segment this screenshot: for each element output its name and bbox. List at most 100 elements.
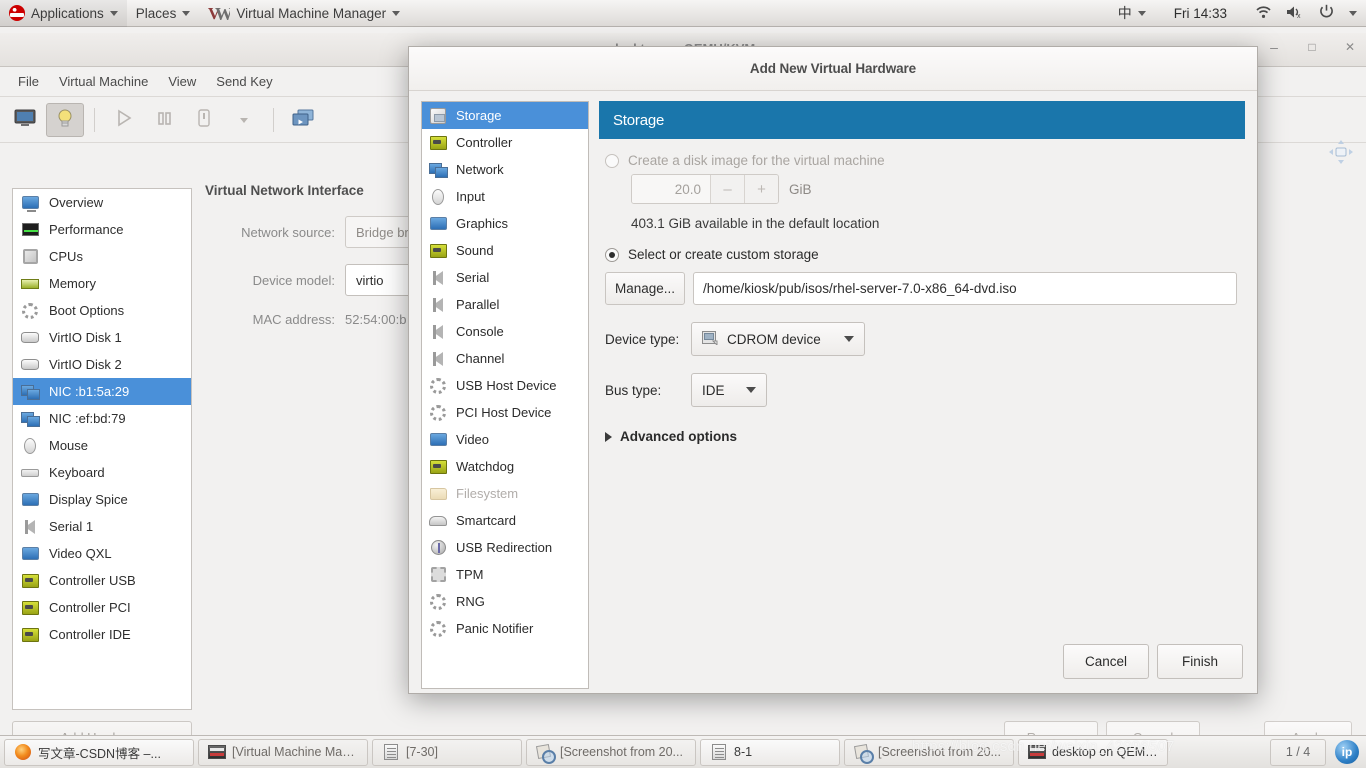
- computer-icon: [20, 194, 40, 212]
- storage-path-input[interactable]: /home/kiosk/pub/isos/rhel-server-7.0-x86…: [693, 272, 1237, 305]
- manage-button-label: Manage...: [614, 281, 676, 296]
- hardware-list-item[interactable]: NIC :ef:bd:79: [13, 405, 191, 432]
- hardware-type-item[interactable]: USB Host Device: [422, 372, 588, 399]
- applications-menu[interactable]: Applications: [0, 0, 127, 27]
- manage-storage-button[interactable]: Manage...: [605, 272, 685, 305]
- taskbar-item[interactable]: desktop on QEMU/K...: [1018, 738, 1168, 766]
- taskbar-item[interactable]: 写文章-CSDN博客 –...: [4, 738, 194, 766]
- create-disk-image-option[interactable]: Create a disk image for the virtual mach…: [605, 153, 1237, 168]
- hardware-type-item[interactable]: Sound: [422, 237, 588, 264]
- firefox-icon: [14, 744, 32, 760]
- menu-send-key[interactable]: Send Key: [206, 70, 282, 93]
- hardware-type-item[interactable]: Smartcard: [422, 507, 588, 534]
- hardware-type-item[interactable]: Input: [422, 183, 588, 210]
- hardware-list-item[interactable]: Display Spice: [13, 486, 191, 513]
- hardware-type-item[interactable]: Console: [422, 318, 588, 345]
- taskbar-item[interactable]: [7-30]: [372, 738, 522, 766]
- taskbar-item-label: 写文章-CSDN博客 –...: [38, 746, 161, 761]
- taskbar-item[interactable]: 8-1: [700, 738, 840, 766]
- hardware-list-item[interactable]: Memory: [13, 270, 191, 297]
- hardware-type-item[interactable]: PCI Host Device: [422, 399, 588, 426]
- hardware-type-item[interactable]: Controller: [422, 129, 588, 156]
- snapshot-button[interactable]: [284, 103, 322, 137]
- hardware-type-item[interactable]: RNG: [422, 588, 588, 615]
- hardware-type-item[interactable]: Video: [422, 426, 588, 453]
- active-app-menu[interactable]: V W Virtual Machine Manager: [199, 0, 409, 27]
- hardware-type-list[interactable]: Storage Controller Network Input Graphics Sou…: [421, 101, 589, 689]
- hardware-list-item[interactable]: Controller PCI: [13, 594, 191, 621]
- dialog-titlebar: Add New Virtual Hardware: [409, 47, 1257, 91]
- ibus-icon[interactable]: ip: [1335, 740, 1359, 764]
- hardware-type-item[interactable]: Graphics: [422, 210, 588, 237]
- radio-custom-storage[interactable]: [605, 247, 619, 262]
- disk-size-increment-button[interactable]: +: [744, 175, 778, 203]
- hardware-type-item[interactable]: Serial: [422, 264, 588, 291]
- system-status-menu[interactable]: x: [1246, 0, 1366, 27]
- workspace-indicator[interactable]: 1 / 4: [1270, 738, 1326, 766]
- disk-size-spinner[interactable]: 20.0 – +: [631, 174, 779, 204]
- hardware-list-item[interactable]: NIC :b1:5a:29: [13, 378, 191, 405]
- custom-storage-option[interactable]: Select or create custom storage: [605, 247, 1237, 262]
- hardware-list-item[interactable]: Controller USB: [13, 567, 191, 594]
- input-method-indicator[interactable]: 中: [1109, 0, 1155, 27]
- shutdown-dropdown-button[interactable]: [225, 103, 263, 137]
- disk-size-value[interactable]: 20.0: [632, 175, 710, 203]
- menu-virtual-machine[interactable]: Virtual Machine: [49, 70, 158, 93]
- monitor-icon: [428, 215, 448, 233]
- hardware-list-item[interactable]: Mouse: [13, 432, 191, 459]
- minimize-button[interactable]: [1266, 40, 1282, 54]
- taskbar-item[interactable]: [Screenshot from 20...: [526, 738, 696, 766]
- folder-icon: [428, 485, 448, 503]
- details-view-button[interactable]: [46, 103, 84, 137]
- hardware-type-item[interactable]: TPM: [422, 561, 588, 588]
- hardware-type-item[interactable]: Watchdog: [422, 453, 588, 480]
- taskbar-item-label: [7-30]: [406, 745, 438, 759]
- hardware-type-item[interactable]: Panic Notifier: [422, 615, 588, 642]
- menu-file[interactable]: File: [8, 70, 49, 93]
- hardware-list-item[interactable]: VirtIO Disk 1: [13, 324, 191, 351]
- advanced-options-expander[interactable]: Advanced options: [605, 429, 1237, 444]
- controller-card-icon: [428, 458, 448, 476]
- hardware-list-item[interactable]: Controller IDE: [13, 621, 191, 648]
- controller-card-icon: [428, 134, 448, 152]
- device-type-combo[interactable]: CDROM device: [691, 322, 865, 356]
- hardware-list-item[interactable]: Serial 1: [13, 513, 191, 540]
- hardware-list-item[interactable]: Overview: [13, 189, 191, 216]
- taskbar-item[interactable]: [Screenshot from 20...: [844, 738, 1014, 766]
- taskbar-item[interactable]: [Virtual Machine Man...: [198, 738, 368, 766]
- memory-module-icon: [20, 275, 40, 293]
- shutdown-button[interactable]: [185, 103, 223, 137]
- chevron-down-icon: [746, 387, 756, 393]
- hardware-type-item[interactable]: Channel: [422, 345, 588, 372]
- close-button[interactable]: [1342, 39, 1358, 54]
- hardware-type-item[interactable]: Network: [422, 156, 588, 183]
- maximize-button[interactable]: [1304, 39, 1320, 54]
- dialog-finish-button[interactable]: Finish: [1157, 644, 1243, 679]
- hardware-list-item[interactable]: Boot Options: [13, 297, 191, 324]
- menu-view[interactable]: View: [158, 70, 206, 93]
- dialog-cancel-button[interactable]: Cancel: [1063, 644, 1149, 679]
- hardware-type-item[interactable]: USB Redirection: [422, 534, 588, 561]
- pause-button[interactable]: [145, 103, 183, 137]
- hardware-type-item[interactable]: Parallel: [422, 291, 588, 318]
- hardware-list-item[interactable]: CPUs: [13, 243, 191, 270]
- disk-size-decrement-button[interactable]: –: [710, 175, 744, 203]
- vm-hardware-list[interactable]: Overview Performance CPUs Memory Boot Option…: [12, 188, 192, 710]
- hardware-list-item[interactable]: VirtIO Disk 2: [13, 351, 191, 378]
- places-menu[interactable]: Places: [127, 0, 200, 27]
- cpu-chip-icon: [20, 248, 40, 266]
- console-view-button[interactable]: [6, 103, 44, 137]
- radio-create-disk-image[interactable]: [605, 153, 619, 168]
- hardware-list-item[interactable]: Video QXL: [13, 540, 191, 567]
- monitor-icon: [20, 491, 40, 509]
- run-button[interactable]: [105, 103, 143, 137]
- clock[interactable]: Fri 14:33: [1155, 0, 1246, 27]
- hardware-list-item[interactable]: Keyboard: [13, 459, 191, 486]
- screenshot-icon: [854, 744, 874, 764]
- hardware-type-item[interactable]: Storage: [422, 102, 588, 129]
- hardware-list-item[interactable]: Performance: [13, 216, 191, 243]
- hardware-list-item-label: Serial 1: [49, 519, 94, 534]
- bus-type-combo[interactable]: IDE: [691, 373, 767, 407]
- chevron-down-icon: [109, 10, 118, 16]
- network-card-icon: [20, 410, 40, 428]
